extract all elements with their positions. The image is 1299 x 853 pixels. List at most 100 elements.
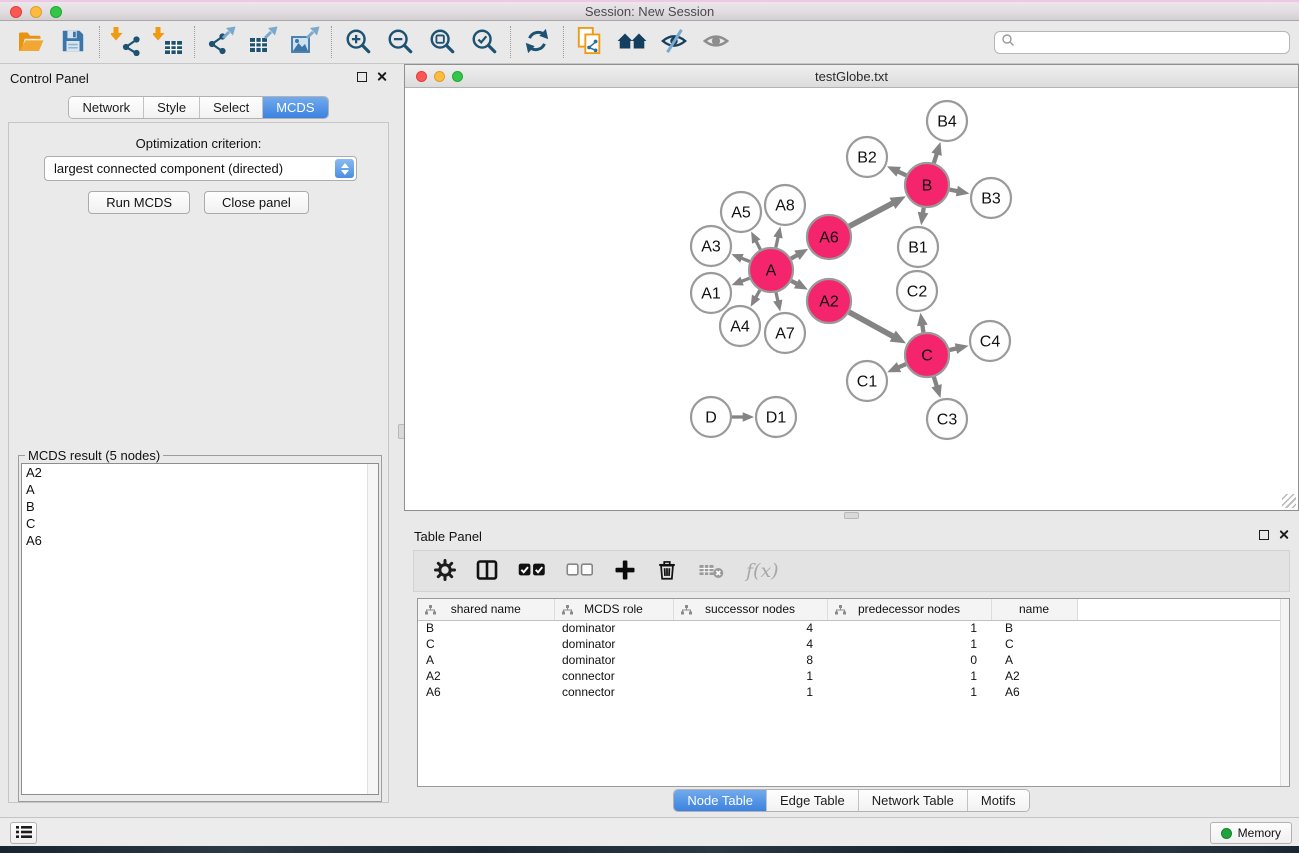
zoom-selected-button[interactable] [463,23,505,61]
zoom-selected-icon [470,27,498,58]
network-window: testGlobe.txt AA1A2A3A4A5A6A7A8BB1B2B3B4… [404,64,1299,511]
mcds-list-scrollbar[interactable] [367,464,378,794]
table-cell: 1 [827,668,991,684]
close-panel-button[interactable]: Close panel [204,191,309,214]
export-image-button[interactable] [284,23,326,61]
column-header[interactable]: MCDS role [554,599,673,620]
graph-node-label: A3 [701,239,721,256]
network-canvas[interactable]: AA1A2A3A4A5A6A7A8BB1B2B3B4CC1C2C3C4DD1 [405,88,1298,510]
unchecked-boxes-icon [566,561,594,581]
import-network-button[interactable] [105,23,147,61]
table-row[interactable]: Adominator80A [418,652,1289,668]
table-settings-button[interactable] [432,556,458,586]
network-overview-button[interactable] [611,23,653,61]
zoom-in-button[interactable] [337,23,379,61]
control-panel-title: Control Panel [10,71,89,86]
mcds-result-item[interactable]: A2 [22,464,378,481]
table-cell: 8 [673,652,827,668]
float-table-panel-icon[interactable] [1259,530,1269,540]
open-file-button[interactable] [10,23,52,61]
column-header[interactable]: successor nodes [673,599,827,620]
table-cell: 1 [827,620,991,636]
graph-edge-A6-B[interactable] [849,202,894,226]
column-header[interactable]: shared name [418,599,554,620]
tab-edge-table[interactable]: Edge Table [767,790,859,811]
table-cell: A2 [418,668,554,684]
network-window-title: testGlobe.txt [405,69,1298,84]
hide-graphics-details-button[interactable] [653,23,695,61]
graph-edge-arrowhead [743,412,754,421]
column-header[interactable]: name [991,599,1077,620]
tab-select[interactable]: Select [200,97,263,118]
import-table-button[interactable] [147,23,189,61]
delete-table-icon [698,561,725,582]
mcds-result-item[interactable]: C [22,515,378,532]
table-scrollbar[interactable] [1280,599,1289,786]
export-table-button[interactable] [242,23,284,61]
run-mcds-button[interactable]: Run MCDS [88,191,190,214]
graph-edge-arrowhead [955,343,969,354]
zoom-out-icon [386,27,414,58]
show-graphics-details-button[interactable] [695,23,737,61]
mcds-result-item[interactable]: A6 [22,532,378,549]
memory-button[interactable]: Memory [1210,822,1292,844]
table-cell: A2 [991,668,1077,684]
graph-node-label: A [766,263,777,280]
search-input[interactable] [1015,34,1289,52]
column-header[interactable]: predecessor nodes [827,599,991,620]
resize-grip-icon[interactable] [1282,494,1296,508]
deselect-all-button[interactable] [564,556,596,586]
table-cell: 4 [673,636,827,652]
refresh-network-button[interactable] [516,23,558,61]
table-panel-title: Table Panel [414,529,482,544]
horizontal-splitter-handle[interactable] [844,512,859,519]
tab-style[interactable]: Style [144,97,200,118]
add-column-button[interactable] [612,556,638,586]
search-field[interactable] [994,31,1290,54]
graph-node-label: B3 [981,191,1001,208]
save-session-button[interactable] [52,23,94,61]
table-cell: 1 [827,684,991,700]
main-toolbar [0,21,1299,64]
checked-boxes-icon [518,561,546,581]
tab-network[interactable]: Network [69,97,144,118]
delete-columns-button[interactable] [654,556,680,586]
mcds-result-item[interactable]: A [22,481,378,498]
table-cell: A6 [991,684,1077,700]
tab-node-table[interactable]: Node Table [674,790,767,811]
table-row[interactable]: A6connector11A6 [418,684,1289,700]
graph-node-label: B [922,178,933,195]
criterion-dropdown[interactable]: largest connected component (directed) [44,156,357,181]
table-cell: dominator [554,652,673,668]
tab-motifs[interactable]: Motifs [968,790,1029,811]
tab-mcds[interactable]: MCDS [263,97,327,118]
window-title: Session: New Session [0,4,1299,19]
criterion-value: largest connected component (directed) [54,161,283,176]
tab-network-table[interactable]: Network Table [859,790,968,811]
close-panel-icon[interactable] [376,71,387,82]
export-network-button[interactable] [200,23,242,61]
function-builder-button: f(x) [746,560,779,582]
close-table-panel-icon[interactable] [1278,529,1289,540]
task-history-button[interactable] [10,822,37,844]
mcds-result-item[interactable]: B [22,498,378,515]
open-folder-icon [16,28,46,57]
select-all-button[interactable] [516,556,548,586]
zoom-fit-button[interactable] [421,23,463,61]
zoom-out-button[interactable] [379,23,421,61]
table-row[interactable]: Cdominator41C [418,636,1289,652]
table-row[interactable]: A2connector11A2 [418,668,1289,684]
zoom-fit-icon [428,27,456,58]
graph-edge-A2-C[interactable] [849,312,894,337]
duplicate-network-button[interactable] [569,23,611,61]
application-window: Session: New Session [0,0,1299,853]
graph-node-label: A7 [775,326,795,343]
graph-edge-arrowhead [773,227,782,239]
show-column-button[interactable] [474,556,500,586]
table-row[interactable]: Bdominator41B [418,620,1289,636]
houses-icon [617,28,647,57]
memory-status-icon [1221,828,1232,839]
network-window-titlebar[interactable]: testGlobe.txt [405,65,1298,88]
float-panel-icon[interactable] [357,72,367,82]
table-tabs: Node Table Edge Table Network Table Moti… [404,789,1299,812]
